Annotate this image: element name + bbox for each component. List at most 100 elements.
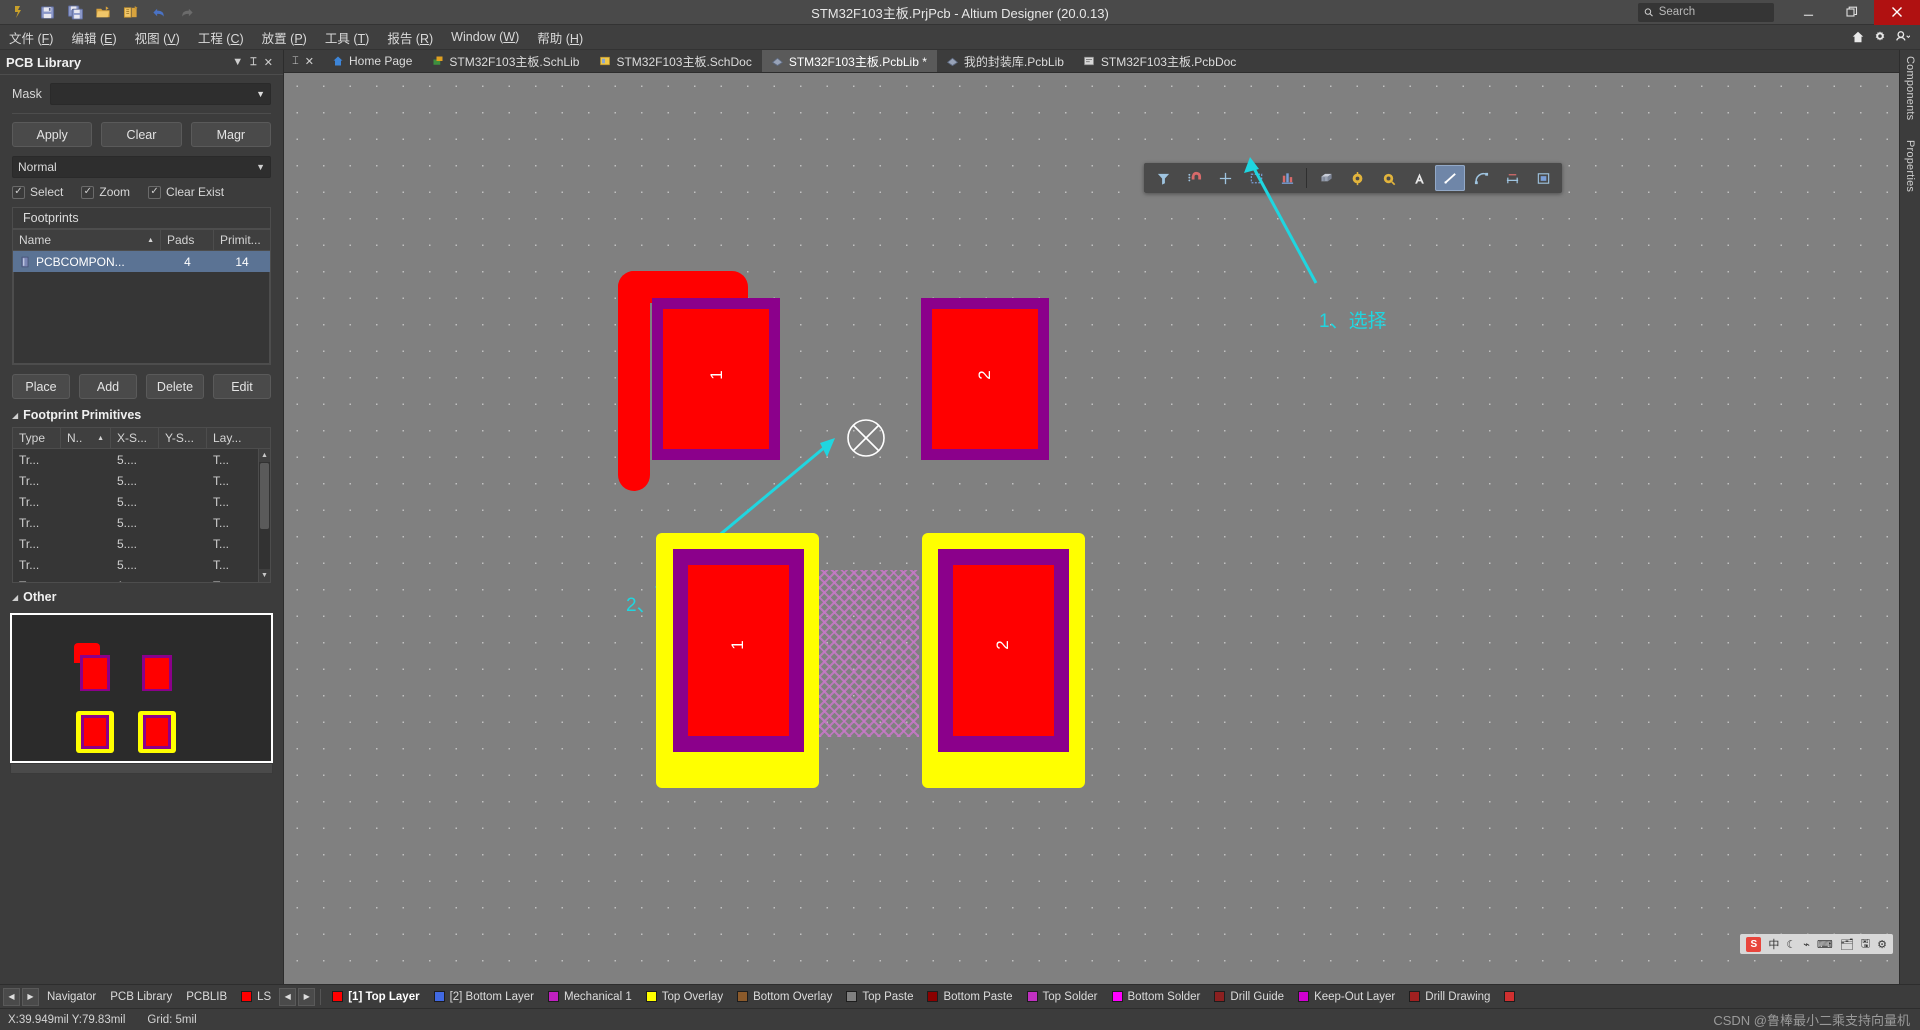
apply-button[interactable]: Apply bbox=[12, 122, 93, 147]
menu-view[interactable]: 视图 (V) bbox=[126, 25, 189, 50]
string-icon[interactable] bbox=[1404, 165, 1434, 191]
save-icon[interactable] bbox=[34, 2, 60, 23]
component-icon[interactable] bbox=[1311, 165, 1341, 191]
magnet-snap-icon[interactable] bbox=[1179, 165, 1209, 191]
chevron-down-icon[interactable]: ▼ bbox=[256, 162, 265, 172]
preview-scrollbar[interactable] bbox=[10, 763, 273, 774]
checkbox-clear-exist[interactable]: ✓ Clear Exist bbox=[148, 185, 224, 199]
footprint-preview[interactable] bbox=[10, 613, 273, 763]
tab-schdoc[interactable]: STM32F103主板.SchDoc bbox=[589, 50, 761, 72]
ls-indicator[interactable]: LS bbox=[234, 985, 278, 1009]
table-row[interactable]: Tr... 5.... T... bbox=[13, 533, 270, 554]
menu-reports[interactable]: 报告 (R) bbox=[378, 25, 442, 50]
chevron-down-icon[interactable]: ▼ bbox=[256, 89, 265, 99]
checkbox-zoom-box[interactable]: ✓ bbox=[81, 185, 95, 199]
ime-gear-icon[interactable]: ⚙ bbox=[1877, 938, 1887, 951]
collapse-triangle-icon[interactable]: ◢ bbox=[12, 593, 18, 602]
ime-keyboard-icon[interactable]: ⌨ bbox=[1817, 938, 1833, 951]
search-input[interactable] bbox=[1658, 6, 1768, 18]
layer-stack-icon[interactable] bbox=[1272, 165, 1302, 191]
close-icon[interactable]: ✕ bbox=[305, 55, 314, 68]
checkbox-select[interactable]: ✓ Select bbox=[12, 185, 63, 199]
dimension-icon[interactable] bbox=[1497, 165, 1527, 191]
layer-tab-keepout[interactable]: Keep-Out Layer bbox=[1291, 985, 1402, 1009]
crosshair-icon[interactable] bbox=[1210, 165, 1240, 191]
layer-tab-drill-drawing[interactable]: Drill Drawing bbox=[1402, 985, 1497, 1009]
table-row[interactable]: Tr... 1... T... bbox=[13, 575, 270, 583]
ime-mode-label[interactable]: 中 bbox=[1768, 936, 1779, 952]
layer-tab-top-layer[interactable]: [1] Top Layer bbox=[325, 985, 426, 1009]
layer-tab-top-overlay[interactable]: Top Overlay bbox=[639, 985, 730, 1009]
layer-scroll-prev[interactable]: ◀ bbox=[279, 987, 297, 1006]
table-row[interactable]: Tr... 5.... T... bbox=[13, 449, 270, 470]
panel-nav-next[interactable]: ▶ bbox=[22, 987, 39, 1006]
edit-button[interactable]: Edit bbox=[213, 374, 271, 399]
via-icon[interactable] bbox=[1373, 165, 1403, 191]
panel-tab-pcblib[interactable]: PCBLIB bbox=[179, 985, 234, 1009]
layer-tab-bottom-paste[interactable]: Bottom Paste bbox=[920, 985, 1019, 1009]
save-all-icon[interactable] bbox=[62, 2, 88, 23]
menu-tools[interactable]: 工具 (T) bbox=[316, 25, 378, 50]
arc-icon[interactable] bbox=[1466, 165, 1496, 191]
menu-window[interactable]: Window (W) bbox=[442, 27, 528, 47]
checkbox-select-box[interactable]: ✓ bbox=[12, 185, 25, 199]
tab-pcblib-active[interactable]: STM32F103主板.PcbLib * bbox=[761, 50, 937, 72]
menu-file[interactable]: 文件 (F) bbox=[0, 25, 62, 50]
open-icon[interactable] bbox=[90, 2, 116, 23]
scrollbar-thumb[interactable] bbox=[260, 463, 269, 529]
place-button[interactable]: Place bbox=[12, 374, 70, 399]
scroll-up-arrow-icon[interactable]: ▲ bbox=[259, 449, 270, 462]
menu-project[interactable]: 工程 (C) bbox=[189, 25, 253, 50]
panel-dropdown-icon[interactable]: ▼ bbox=[232, 56, 243, 68]
layer-tab-end-swatch[interactable] bbox=[1497, 985, 1527, 1009]
table-row[interactable]: Tr... 5.... T... bbox=[13, 491, 270, 512]
clear-button[interactable]: Clear bbox=[101, 122, 182, 147]
footprint-primitives-header[interactable]: ◢ Footprint Primitives bbox=[12, 408, 271, 422]
layer-tab-top-paste[interactable]: Top Paste bbox=[839, 985, 920, 1009]
ime-box-icon[interactable]: 🗂 bbox=[1840, 938, 1854, 951]
pcb-canvas[interactable]: 1、选择 2、画线 1 2 bbox=[284, 73, 1899, 984]
track-segment-vertical[interactable] bbox=[618, 271, 650, 491]
menu-place[interactable]: 放置 (P) bbox=[253, 25, 316, 50]
column-header-xsize[interactable]: X-S... bbox=[111, 428, 159, 448]
mask-input[interactable]: ▼ bbox=[49, 83, 271, 105]
layer-tab-top-solder[interactable]: Top Solder bbox=[1020, 985, 1105, 1009]
undo-icon[interactable] bbox=[146, 2, 172, 23]
table-row[interactable]: Tr... 5.... T... bbox=[13, 470, 270, 491]
scroll-down-arrow-icon[interactable]: ▼ bbox=[259, 569, 270, 582]
layer-tab-drill-guide[interactable]: Drill Guide bbox=[1207, 985, 1291, 1009]
tab-pcbdoc[interactable]: STM32F103主板.PcbDoc bbox=[1074, 50, 1246, 72]
minimize-button[interactable] bbox=[1786, 0, 1830, 25]
panel-close-icon[interactable]: ✕ bbox=[264, 56, 273, 69]
pad-icon[interactable] bbox=[1342, 165, 1372, 191]
layer-tab-bottom-overlay[interactable]: Bottom Overlay bbox=[730, 985, 839, 1009]
search-box[interactable] bbox=[1638, 2, 1774, 22]
mode-combo[interactable]: Normal ▼ bbox=[12, 156, 271, 178]
ime-toolbar[interactable]: S 中 ☾ ⌁ ⌨ 🗂 🖫 ⚙ bbox=[1740, 934, 1893, 954]
tab-my-pcblib[interactable]: 我的封装库.PcbLib bbox=[937, 50, 1074, 72]
polygon-icon[interactable] bbox=[1528, 165, 1558, 191]
table-row[interactable]: Tr... 5.... T... bbox=[13, 554, 270, 575]
component-body-hatch[interactable] bbox=[819, 570, 919, 737]
home-icon[interactable] bbox=[1848, 27, 1868, 47]
column-header-pads[interactable]: Pads bbox=[161, 230, 214, 250]
layer-scroll-next[interactable]: ▶ bbox=[298, 987, 316, 1006]
panel-tab-pcb-library[interactable]: PCB Library bbox=[103, 985, 179, 1009]
primitives-scrollbar[interactable]: ▲ ▼ bbox=[258, 449, 270, 582]
other-section-header[interactable]: ◢ Other bbox=[12, 590, 271, 604]
magnify-button[interactable]: Magr bbox=[190, 122, 271, 147]
column-header-primitives[interactable]: Primit... bbox=[214, 230, 270, 250]
restore-button[interactable] bbox=[1830, 0, 1874, 25]
layer-tab-bottom-solder[interactable]: Bottom Solder bbox=[1105, 985, 1208, 1009]
primitives-rows[interactable]: Tr... 5.... T... Tr... 5.... T... Tr... … bbox=[13, 449, 270, 582]
table-row[interactable]: PCBCOMPON... 4 14 bbox=[13, 251, 270, 272]
gear-icon[interactable] bbox=[1870, 27, 1890, 47]
selection-box-icon[interactable] bbox=[1241, 165, 1271, 191]
ime-moon-icon[interactable]: ☾ bbox=[1786, 938, 1796, 951]
account-icon[interactable] bbox=[1892, 27, 1912, 47]
menu-edit[interactable]: 编辑 (E) bbox=[62, 25, 125, 50]
close-button[interactable] bbox=[1874, 0, 1920, 25]
pin-icon[interactable]: ⌶ bbox=[292, 55, 299, 68]
column-header-n[interactable]: N.. ▲ bbox=[61, 428, 111, 448]
tab-schlib[interactable]: STM32F103主板.SchLib bbox=[422, 50, 589, 72]
